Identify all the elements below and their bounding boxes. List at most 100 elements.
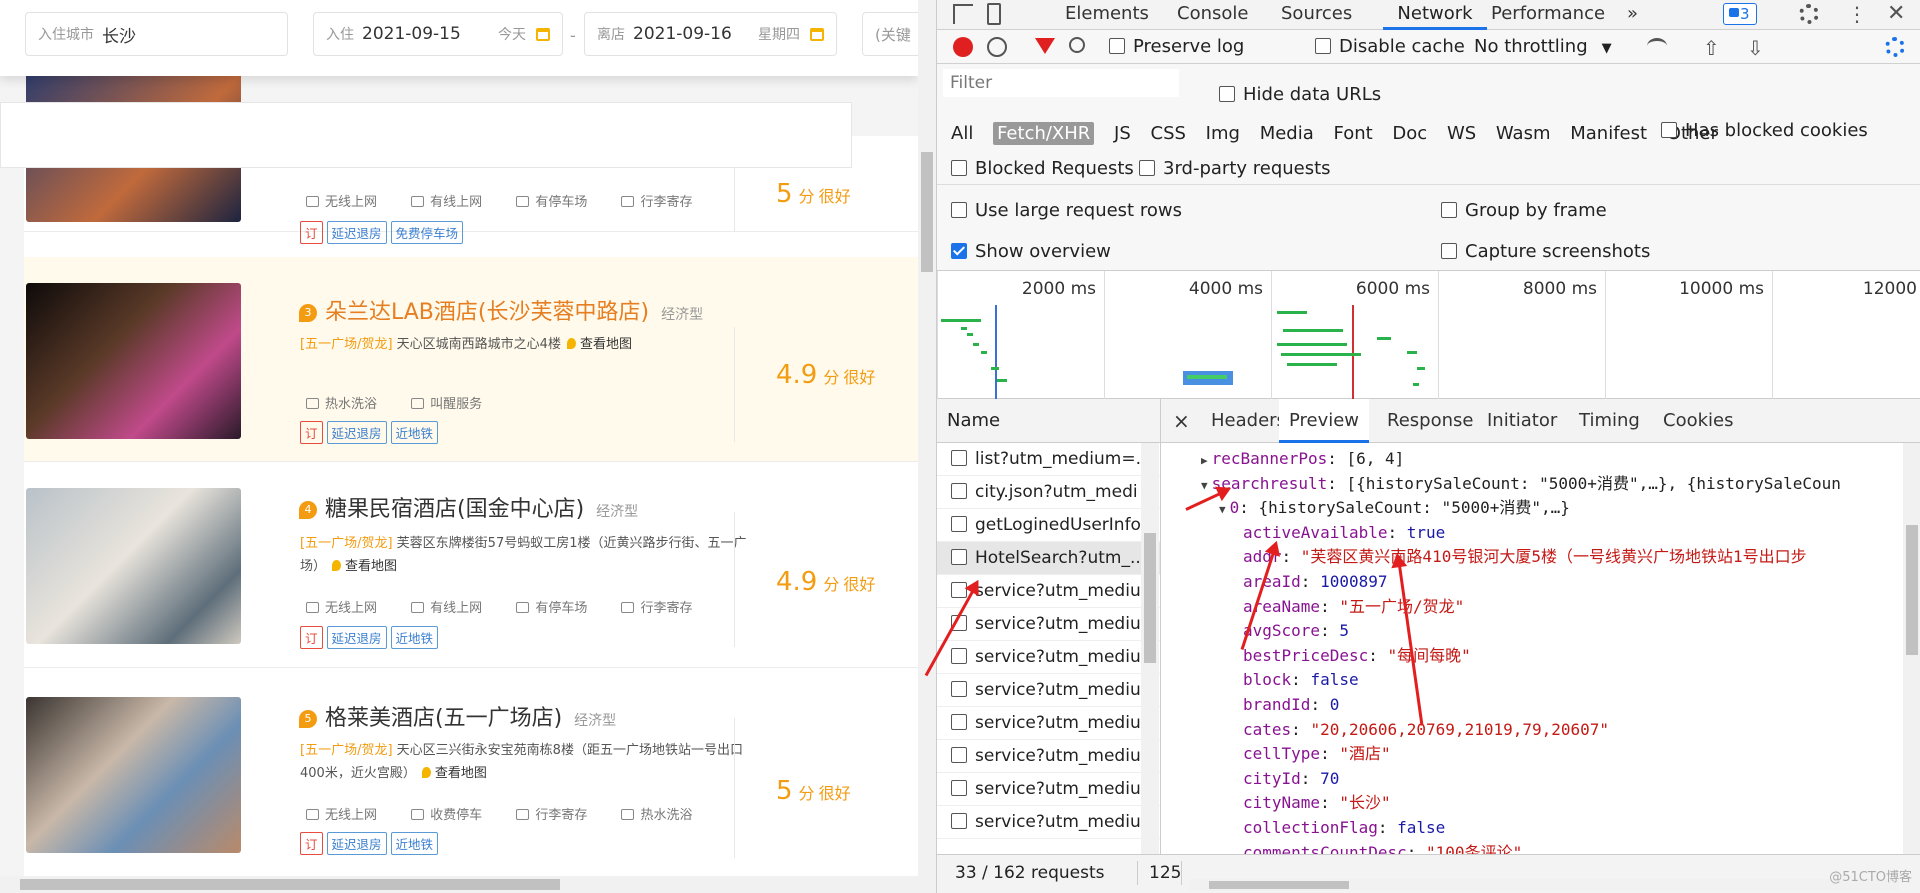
filter-wasm[interactable]: Wasm bbox=[1496, 123, 1551, 144]
hide-data-urls-checkbox[interactable]: Hide data URLs bbox=[1219, 84, 1381, 105]
tag: 订 bbox=[300, 221, 323, 244]
page-vertical-scrollbar[interactable] bbox=[918, 0, 936, 876]
city-field[interactable]: 入住城市 长沙 bbox=[25, 12, 288, 56]
show-overview-checkbox[interactable]: Show overview bbox=[951, 241, 1111, 262]
preserve-log-checkbox[interactable]: Preserve log bbox=[1109, 36, 1244, 57]
collapsed-triangle-icon[interactable]: ▶ bbox=[1201, 449, 1208, 474]
expanded-triangle-icon[interactable]: ▼ bbox=[1219, 498, 1226, 523]
view-map-link[interactable]: 查看地图 bbox=[580, 337, 632, 352]
blocked-requests-checkbox[interactable]: Blocked Requests bbox=[951, 158, 1134, 179]
filter-js[interactable]: JS bbox=[1114, 123, 1131, 144]
filter-fetch-xhr[interactable]: Fetch/XHR bbox=[993, 122, 1095, 145]
view-map-link[interactable]: 查看地图 bbox=[435, 766, 487, 781]
filter-input[interactable]: Filter bbox=[943, 69, 1179, 97]
map-pin-icon bbox=[421, 767, 431, 778]
json-value: false bbox=[1397, 818, 1446, 837]
hotel-name[interactable]: 5 格莱美酒店(五一广场店) 经济型 bbox=[299, 700, 616, 732]
tab-performance[interactable]: Performance bbox=[1491, 0, 1605, 30]
gear-icon[interactable] bbox=[1799, 4, 1819, 24]
request-row[interactable]: service?utm_mediu bbox=[937, 674, 1160, 707]
request-row[interactable]: getLoginedUserInfo bbox=[937, 509, 1160, 542]
preview-scrollbar[interactable] bbox=[1903, 443, 1920, 854]
close-icon[interactable]: ✕ bbox=[1887, 2, 1905, 26]
hotel-name[interactable]: 3 朵兰达LAB酒店(长沙芙蓉中路店) 经济型 bbox=[299, 294, 703, 326]
checkout-field[interactable]: 离店 2021-09-16 星期四 bbox=[584, 12, 837, 56]
view-map-link[interactable]: 查看地图 bbox=[345, 559, 397, 574]
filter-area: Filter Hide data URLs All Fetch/XHR JS C… bbox=[937, 64, 1920, 271]
clear-icon[interactable] bbox=[987, 37, 1007, 57]
large-rows-checkbox[interactable]: Use large request rows bbox=[951, 200, 1182, 221]
tag: 近地铁 bbox=[390, 626, 439, 649]
has-blocked-cookies-checkbox[interactable]: Has blocked cookies bbox=[1661, 120, 1868, 141]
filter-css[interactable]: CSS bbox=[1151, 123, 1186, 144]
request-row[interactable]: service?utm_mediu bbox=[937, 773, 1160, 806]
network-overview[interactable]: 2000 ms 4000 ms 6000 ms 8000 ms 10000 ms… bbox=[937, 271, 1920, 399]
export-har-icon[interactable]: ⇩ bbox=[1747, 36, 1764, 60]
filter-ws[interactable]: WS bbox=[1447, 123, 1476, 144]
record-icon[interactable] bbox=[953, 37, 973, 57]
hotel-name[interactable]: 4 糖果民宿酒店(国金中心店) 经济型 bbox=[299, 491, 638, 523]
search-bar: 入住城市 长沙 入住 2021-09-15 今天 - 离店 2021-09-16… bbox=[0, 0, 918, 76]
inspect-icon[interactable] bbox=[953, 4, 973, 24]
filter-manifest[interactable]: Manifest bbox=[1570, 123, 1647, 144]
filter-font[interactable]: Font bbox=[1333, 123, 1372, 144]
json-line[interactable]: ▶ recBannerPos: [6, 4] bbox=[1201, 447, 1404, 474]
group-by-frame-checkbox[interactable]: Group by frame bbox=[1441, 200, 1607, 221]
more-menu-icon[interactable]: ⋮ bbox=[1847, 4, 1867, 24]
request-row[interactable]: service?utm_mediu bbox=[937, 806, 1160, 839]
filter-doc[interactable]: Doc bbox=[1392, 123, 1427, 144]
network-settings-icon[interactable] bbox=[1885, 37, 1905, 57]
json-line: addr: "芙蓉区黄兴南路410号银河大厦5楼（一号线黄兴广场地铁站1号出口步 bbox=[1243, 547, 1807, 567]
search-icon[interactable] bbox=[1069, 37, 1085, 53]
request-row[interactable]: service?utm_mediu bbox=[937, 740, 1160, 773]
disable-cache-checkbox[interactable]: Disable cache bbox=[1315, 36, 1465, 57]
json-line[interactable]: ▼ 0: {historySaleCount: "5000+消费",…} bbox=[1219, 496, 1570, 523]
network-conditions-icon[interactable] bbox=[1647, 38, 1667, 54]
request-row[interactable]: service?utm_mediu bbox=[937, 608, 1160, 641]
filter-icon[interactable] bbox=[1035, 38, 1055, 54]
detail-tabbar: × Headers Preview Response Initiator Tim… bbox=[1161, 399, 1920, 443]
filter-all[interactable]: All bbox=[951, 123, 973, 144]
more-tabs-button[interactable]: » bbox=[1627, 0, 1638, 30]
request-row[interactable]: service?utm_mediu bbox=[937, 641, 1160, 674]
import-har-icon[interactable]: ⇧ bbox=[1703, 36, 1720, 60]
request-row-selected[interactable]: HotelSearch?utm_... bbox=[937, 542, 1160, 575]
hotel-card[interactable]: 5 格莱美酒店(五一广场店) 经济型 [五一广场/贺龙] 天心区三兴街永安宝苑南栋8… bbox=[24, 668, 918, 876]
device-toolbar-icon[interactable] bbox=[987, 3, 1001, 25]
capture-screenshots-checkbox[interactable]: Capture screenshots bbox=[1441, 241, 1650, 262]
preview-horizontal-scrollbar[interactable] bbox=[1189, 879, 1899, 891]
hotel-card[interactable]: 4 糖果民宿酒店(国金中心店) 经济型 [五一广场/贺龙] 芙蓉区东牌楼街57号蚂蚁… bbox=[24, 462, 918, 668]
page-horizontal-scrollbar[interactable] bbox=[0, 876, 936, 893]
json-line: cityName: "长沙" bbox=[1243, 793, 1391, 813]
json-line: brandId: 0 bbox=[1243, 695, 1340, 714]
parking-icon bbox=[411, 809, 425, 820]
filter-media[interactable]: Media bbox=[1260, 123, 1314, 144]
request-row[interactable]: service?utm_mediu bbox=[937, 707, 1160, 740]
tab-timing[interactable]: Timing bbox=[1579, 399, 1640, 443]
tab-preview[interactable]: Preview bbox=[1279, 399, 1369, 443]
name-column-header[interactable]: Name bbox=[937, 399, 1160, 443]
json-line[interactable]: ▼ searchresult: [{historySaleCount: "5000… bbox=[1201, 472, 1841, 499]
tab-headers[interactable]: Headers bbox=[1211, 399, 1286, 443]
tab-elements[interactable]: Elements bbox=[1065, 0, 1149, 30]
calendar-icon bbox=[810, 27, 824, 41]
checkin-field[interactable]: 入住 2021-09-15 今天 bbox=[313, 12, 563, 56]
tab-sources[interactable]: Sources bbox=[1281, 0, 1352, 30]
tab-network[interactable]: Network bbox=[1383, 0, 1487, 30]
tab-initiator[interactable]: Initiator bbox=[1487, 399, 1557, 443]
hotel-card[interactable]: 3 朵兰达LAB酒店(长沙芙蓉中路店) 经济型 [五一广场/贺龙] 天心区城南西路城… bbox=[24, 257, 918, 462]
third-party-checkbox[interactable]: 3rd-party requests bbox=[1139, 158, 1331, 179]
parking-icon bbox=[516, 602, 530, 613]
hotel-list: 无线上网 有线上网 有停车场 行李寄存 订延迟退房 免费停车场 5 分很好 3 朵兰达… bbox=[24, 66, 918, 876]
tab-cookies[interactable]: Cookies bbox=[1663, 399, 1733, 443]
request-row[interactable]: list?utm_medium=... bbox=[937, 443, 1160, 476]
tab-console[interactable]: Console bbox=[1177, 0, 1248, 30]
expanded-triangle-icon[interactable]: ▼ bbox=[1201, 474, 1208, 499]
tab-response[interactable]: Response bbox=[1387, 399, 1473, 443]
throttling-select[interactable]: No throttling ▼ bbox=[1474, 36, 1612, 57]
close-detail-button[interactable]: × bbox=[1173, 399, 1190, 443]
request-row[interactable]: city.json?utm_medi bbox=[937, 476, 1160, 509]
filter-img[interactable]: Img bbox=[1206, 123, 1240, 144]
request-list-scrollbar[interactable] bbox=[1141, 443, 1159, 854]
keyword-input[interactable]: (关键 bbox=[862, 12, 918, 56]
